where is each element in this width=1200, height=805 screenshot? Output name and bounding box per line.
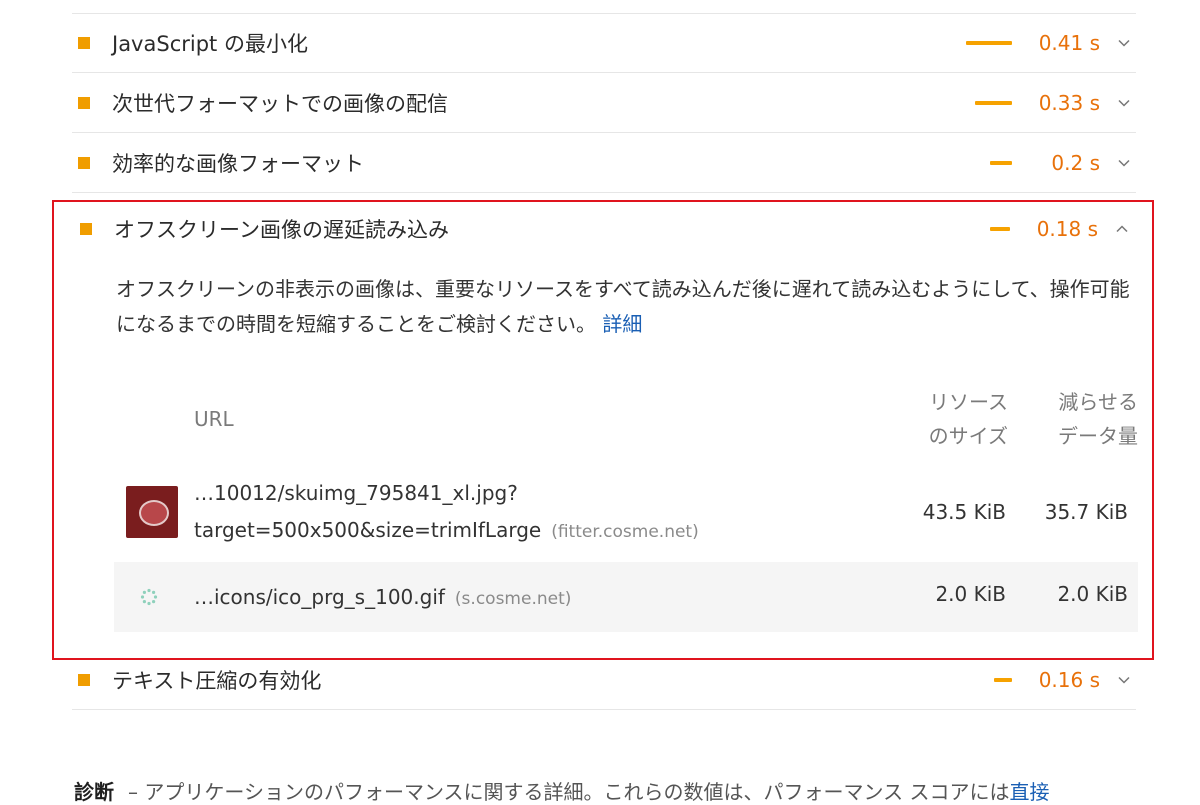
resource-url[interactable]: …10012/skuimg_795841_xl.jpg? [194, 476, 518, 510]
chevron-down-icon[interactable] [1116, 155, 1132, 171]
chevron-down-icon[interactable] [1116, 672, 1132, 688]
audit-savings-value: 0.2 s [1051, 150, 1100, 175]
loading-spinner-icon [140, 588, 158, 606]
details-table-header: URL リソース のサイズ 減らせる データ量 [194, 385, 1138, 455]
column-header-line: 減らせる [1058, 390, 1138, 414]
resource-size: 43.5 KiB [922, 500, 1006, 524]
audit-title: 次世代フォーマットでの画像の配信 [112, 91, 448, 116]
column-header-line: のサイズ [928, 424, 1008, 448]
table-row: …icons/ico_prg_s_100.gif (s.cosme.net) 2.… [114, 562, 1138, 632]
savings-bar [994, 677, 1012, 682]
savings-bar [990, 160, 1012, 165]
resource-url[interactable]: …icons/ico_prg_s_100.gif [194, 585, 445, 609]
savings-bar [966, 41, 1012, 45]
resource-host: (s.cosme.net) [454, 589, 572, 609]
opportunities-list: JavaScript の最小化 0.41 s 次世代フォーマットでの画像の配信 … [72, 0, 1136, 193]
potential-savings: 35.7 KiB [1044, 500, 1128, 524]
audit-description: オフスクリーンの非表示の画像は、重要なリソースをすべて読み込んだ後に遅れて読み込… [116, 272, 1136, 342]
diagnostics-section-header: 診断 – アプリケーションのパフォーマンスに関する詳細。これらの数値は、パフォーマ… [74, 776, 1134, 805]
savings-bar [990, 227, 1010, 231]
audit-savings-value: 0.33 s [1038, 90, 1100, 115]
diagnostics-text: – アプリケーションのパフォーマンスに関する詳細。これらの数値は、パフォーマンス… [128, 780, 1010, 804]
audit-savings-value: 0.18 s [1036, 217, 1098, 241]
chevron-up-icon[interactable] [1114, 221, 1130, 237]
average-score-square-icon [78, 673, 90, 686]
table-row: …10012/skuimg_795841_xl.jpg? target=500x… [114, 472, 1138, 562]
potential-savings: 2.0 KiB [1057, 582, 1128, 606]
resource-host: (fitter.cosme.net) [551, 522, 699, 542]
column-header-url: URL [194, 407, 234, 431]
audit-savings-value: 0.16 s [1038, 667, 1100, 692]
column-header-line: データ量 [1058, 424, 1138, 448]
audit-row-unminified-javascript[interactable]: JavaScript の最小化 0.41 s [72, 13, 1136, 73]
audit-offscreen-images-expanded: オフスクリーン画像の遅延読み込み 0.18 s オフスクリーンの非表示の画像は、… [52, 200, 1154, 660]
chevron-down-icon[interactable] [1116, 35, 1132, 51]
audit-title: 効率的な画像フォーマット [112, 151, 364, 176]
resource-url-query[interactable]: target=500x500&size=trimIfLarge [194, 518, 541, 542]
audit-title: オフスクリーン画像の遅延読み込み [114, 218, 449, 242]
audit-row-text-compression[interactable]: テキスト圧縮の有効化 0.16 s [72, 650, 1136, 710]
savings-bar [975, 100, 1012, 105]
resource-size: 2.0 KiB [935, 582, 1006, 606]
average-score-square-icon [78, 156, 90, 169]
average-score-square-icon [78, 96, 90, 109]
audit-row-next-gen-images[interactable]: 次世代フォーマットでの画像の配信 0.33 s [72, 73, 1136, 133]
diagnostics-heading: 診断 [74, 780, 114, 804]
audit-title: テキスト圧縮の有効化 [112, 668, 322, 693]
audit-savings-value: 0.41 s [1038, 31, 1100, 55]
column-header-resource-size: リソース のサイズ [929, 385, 1008, 453]
column-header-line: リソース [929, 390, 1008, 414]
chevron-down-icon[interactable] [1116, 95, 1132, 111]
average-score-square-icon [80, 223, 92, 235]
audit-title: JavaScript の最小化 [112, 32, 308, 56]
average-score-square-icon [78, 37, 90, 49]
learn-more-link[interactable]: 詳細 [602, 312, 642, 336]
audit-row-offscreen-images[interactable]: オフスクリーン画像の遅延読み込み 0.18 s [74, 202, 1134, 256]
opportunities-list-continued: テキスト圧縮の有効化 0.16 s [72, 650, 1136, 710]
diagnostics-link[interactable]: 直接 [1010, 780, 1050, 804]
column-header-potential-savings: 減らせる データ量 [1058, 385, 1138, 453]
audit-row-efficient-images[interactable]: 効率的な画像フォーマット 0.2 s [72, 133, 1136, 193]
product-thumbnail [126, 486, 178, 538]
